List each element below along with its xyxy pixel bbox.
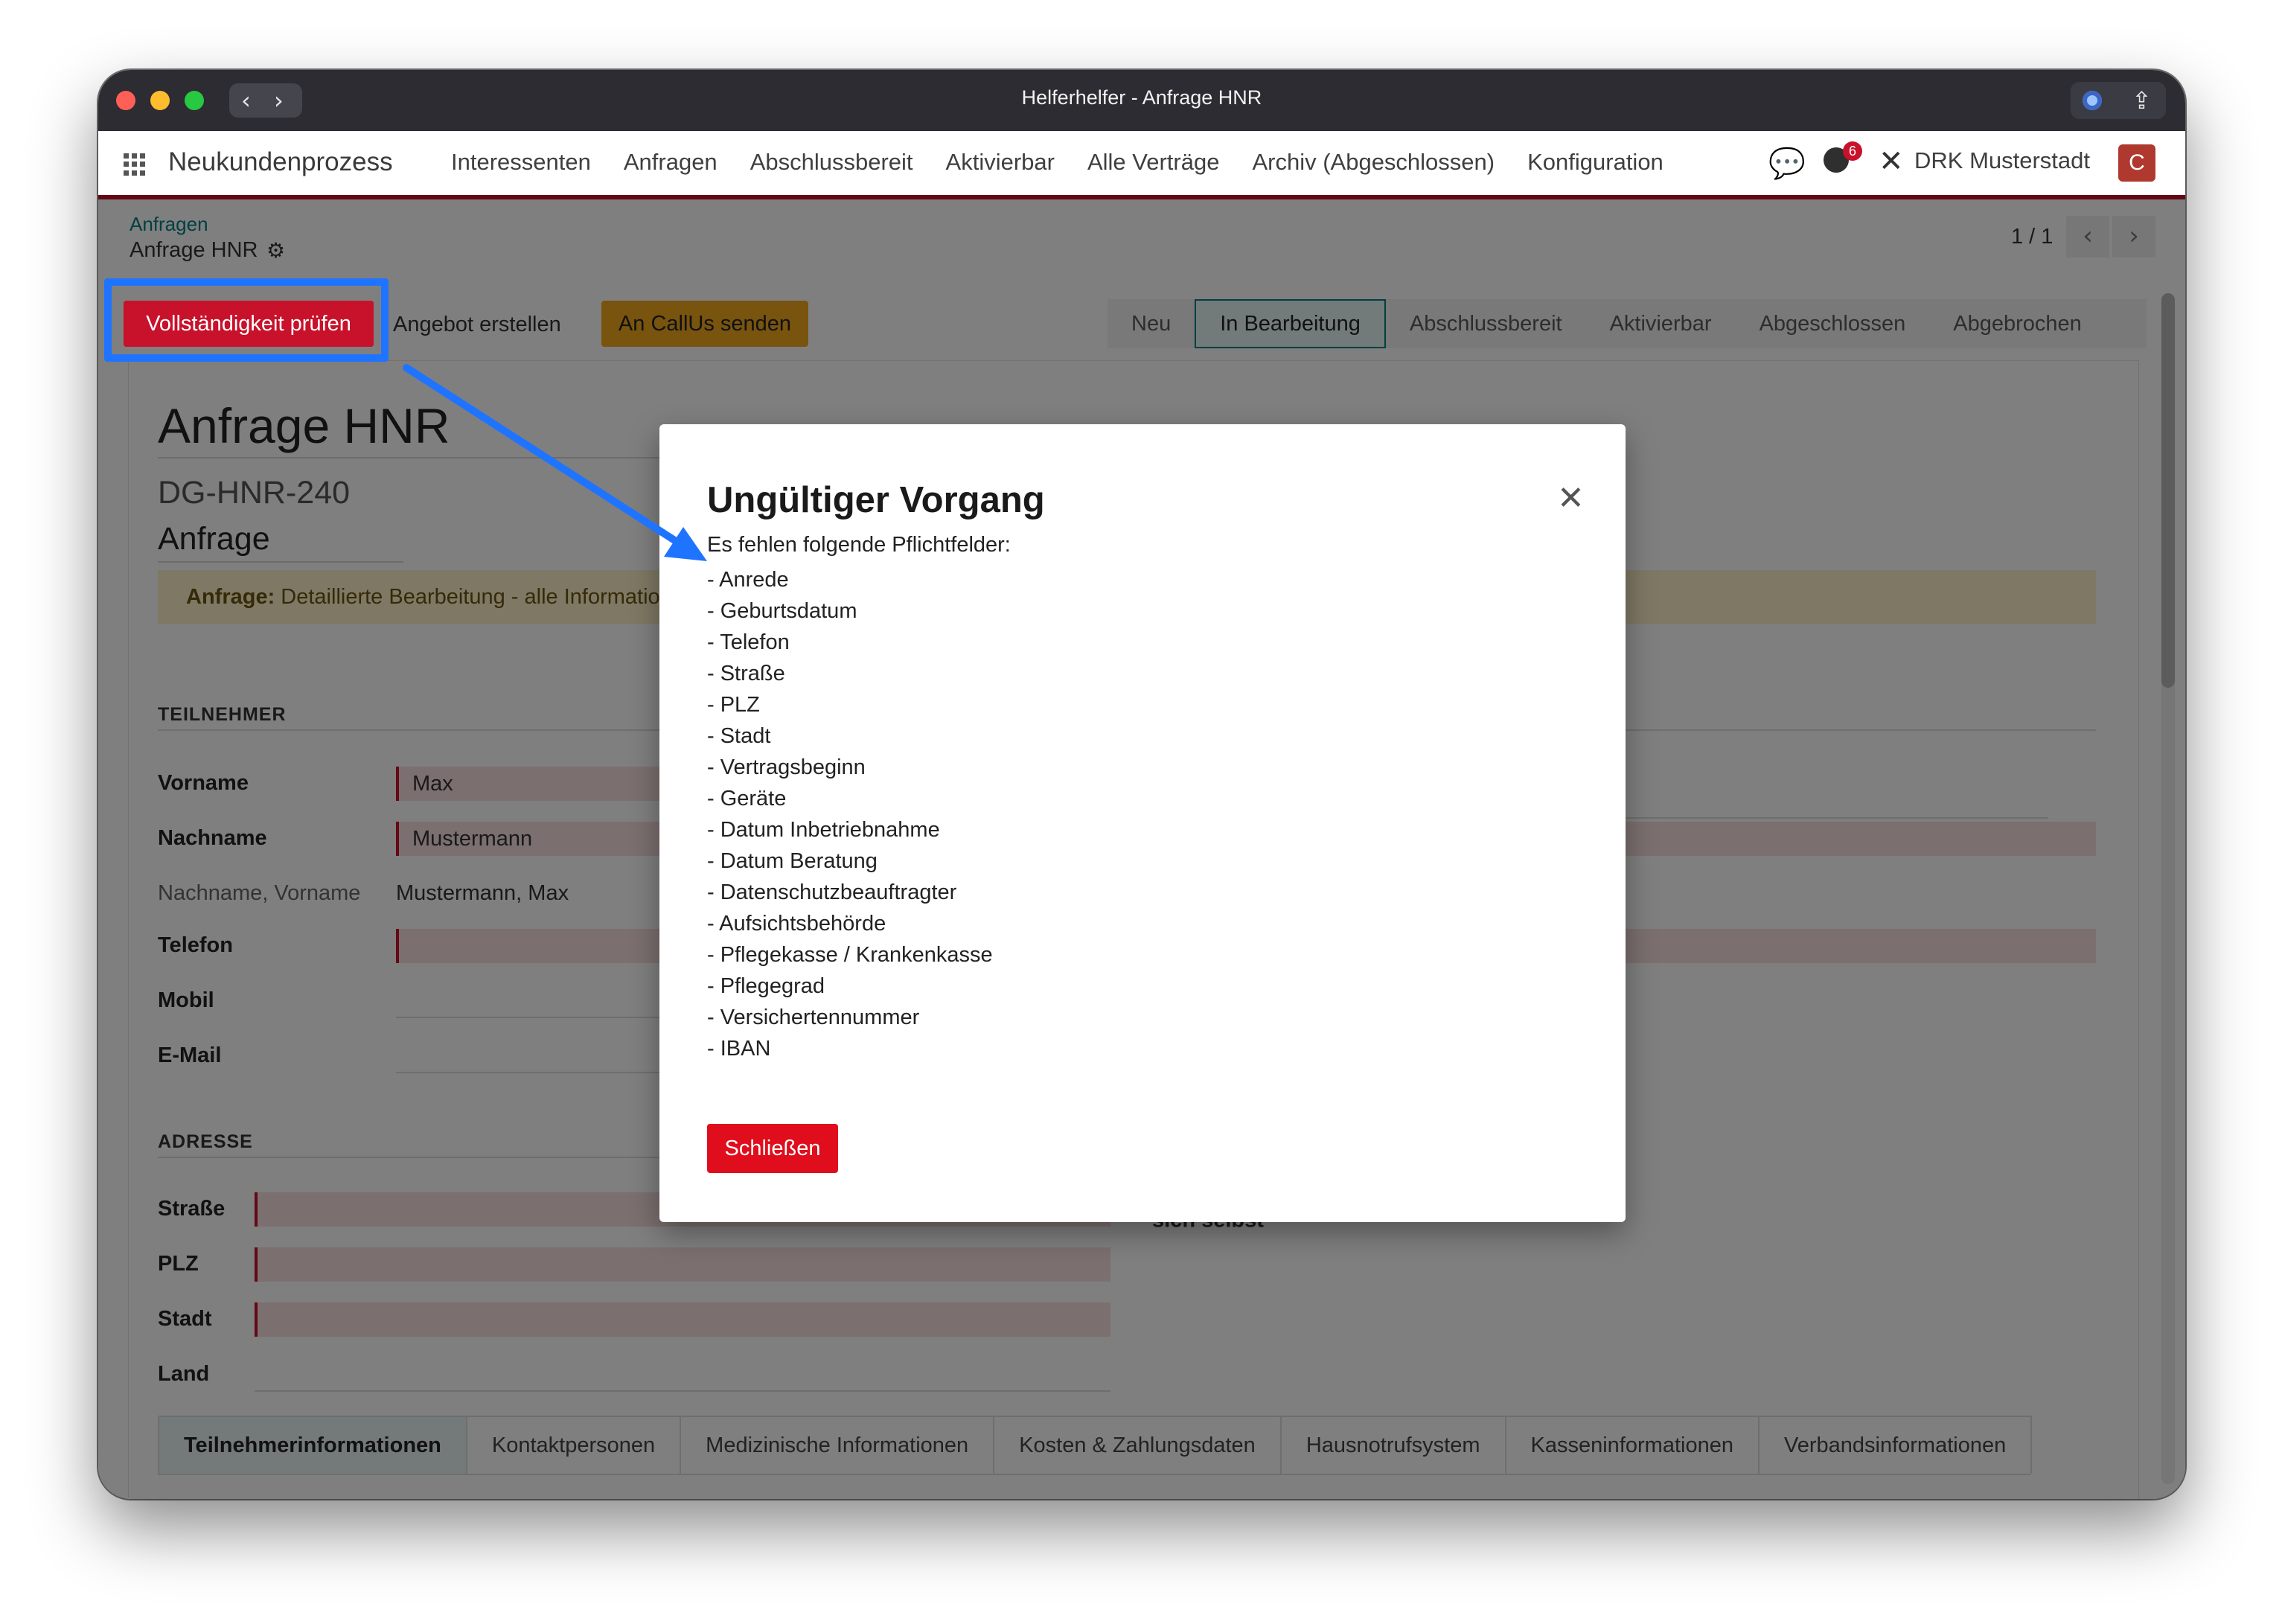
app-brand[interactable]: Neukundenprozess [168,147,393,177]
menu-item-aktivierbar[interactable]: Aktivierbar [946,149,1055,176]
list-item: - Geräte [707,787,787,811]
list-item: - Geburtsdatum [707,599,857,623]
share-icon[interactable]: ⇪ [2132,86,2152,115]
menu-item-abschlussbereit[interactable]: Abschlussbereit [750,149,913,176]
dialog-title: Ungültiger Vorgang [707,480,1045,520]
app-window: ‹ › Helferhelfer - Anfrage HNR ⇪ Neukund… [98,70,2185,1499]
user-avatar[interactable]: C [2118,144,2155,182]
list-item: - Datenschutzbeauftragter [707,880,957,904]
list-item: - Stadt [707,724,771,748]
menu-item-anfragen[interactable]: Anfragen [624,149,717,176]
activity-count-badge: 6 [1843,141,1862,161]
privacy-shield-icon[interactable] [2083,91,2102,110]
list-item: - Straße [707,662,785,685]
company-switcher[interactable]: DRK Musterstadt [1914,147,2090,174]
missing-fields-list: - Anrede - Geburtsdatum - Telefon - Stra… [707,564,993,1064]
window-title: Helferhelfer - Anfrage HNR [1021,86,1262,109]
close-dialog-button[interactable]: Schließen [707,1124,838,1173]
main-menu: Interessenten Anfragen Abschlussbereit A… [451,149,1663,176]
titlebar-actions: ⇪ [2071,82,2166,119]
list-item: - Versichertennummer [707,1006,920,1029]
list-item: - Aufsichtsbehörde [707,912,886,936]
list-item: - Datum Inbetriebnahme [707,818,940,842]
menu-item-archiv[interactable]: Archiv (Abgeschlossen) [1252,149,1495,176]
menu-item-interessenten[interactable]: Interessenten [451,149,591,176]
list-item: - IBAN [707,1037,771,1061]
invalid-operation-dialog: Ungültiger Vorgang ✕ Es fehlen folgende … [659,424,1626,1222]
list-item: - Anrede [707,568,789,592]
close-icon[interactable]: ✕ [1557,479,1585,517]
dialog-intro: Es fehlen folgende Pflichtfelder: [707,533,1011,557]
menu-item-konfiguration[interactable]: Konfiguration [1527,149,1663,176]
tools-icon[interactable]: ✕ [1879,144,1904,179]
list-item: - PLZ [707,693,760,717]
list-item: - Pflegegrad [707,974,825,998]
menu-item-alle-vertraege[interactable]: Alle Verträge [1087,149,1220,176]
list-item: - Vertragsbeginn [707,755,866,779]
list-item: - Telefon [707,630,790,654]
list-item: - Pflegekasse / Krankenkasse [707,943,993,967]
annotation-highlight-box [104,278,389,362]
app-navbar: Neukundenprozess Interessenten Anfragen … [98,131,2185,199]
window-titlebar: ‹ › Helferhelfer - Anfrage HNR ⇪ [98,70,2185,131]
list-item: - Datum Beratung [707,849,878,873]
chat-icon[interactable]: 💬 [1768,146,1806,181]
apps-menu-icon[interactable] [124,153,146,176]
